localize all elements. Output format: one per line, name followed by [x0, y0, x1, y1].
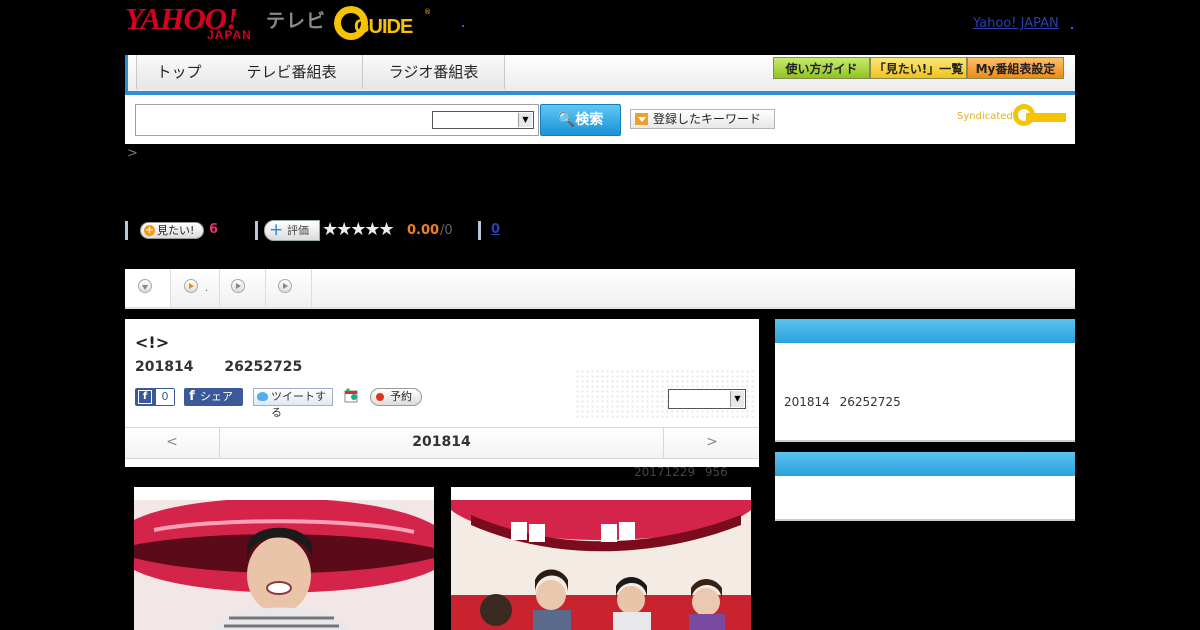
previous-day-button[interactable]: < [125, 428, 220, 458]
program-title: <!> [135, 333, 170, 352]
search-button[interactable]: 🔍検索 [540, 104, 621, 136]
yahoo-japan-link[interactable]: Yahoo! JAPAN [973, 16, 1059, 31]
play-icon [231, 279, 245, 293]
day-navigation: < 201814 > [125, 427, 759, 459]
facebook-icon: f [138, 390, 152, 404]
gguide-logo-word: GUIDE [354, 16, 413, 38]
rate-button[interactable]: + 評価 [264, 220, 320, 241]
program-datetime: 201814 26252725 [135, 359, 303, 375]
yahoo-logo-sub: JAPAN [207, 28, 252, 42]
rating-divider [478, 221, 481, 240]
sidebar-box2-body [775, 476, 1075, 521]
next-day-button[interactable]: > [663, 428, 760, 458]
breadcrumb[interactable]: > [127, 146, 138, 161]
rating-divider [255, 221, 258, 240]
chevron-down-icon: ▼ [518, 113, 532, 127]
facebook-like-button[interactable]: f 0 [135, 388, 175, 406]
want-to-watch-button[interactable]: + 見たい! [140, 222, 204, 239]
rating-divider [125, 221, 128, 240]
facebook-share-button[interactable]: f シェア [184, 388, 243, 406]
tab-second[interactable]: . [171, 269, 220, 307]
sidebar-box2-header [775, 452, 1075, 476]
want-list-button[interactable]: 「見たい!」一覧 [870, 57, 967, 79]
record-dot-icon [376, 393, 384, 401]
yahoo-japan-logo[interactable]: YAHOO! JAPAN [125, 3, 265, 42]
registered-keywords-label: 登録したキーワード [653, 112, 762, 126]
rate-label: 評価 [287, 224, 309, 237]
tweet-label: ツイートする [271, 390, 326, 419]
rating-score: 0.00 [407, 223, 440, 238]
my-schedule-button[interactable]: My番組表設定 [967, 57, 1064, 79]
search-bar: ▼ 🔍検索 登録したキーワード Syndicated [125, 95, 1075, 144]
facebook-icon: f [189, 389, 195, 404]
header-dot [462, 25, 464, 27]
rating-stars[interactable]: ★★★★★ [322, 219, 395, 240]
syndicated-label: Syndicated [957, 111, 1013, 122]
main-nav: トップ テレビ番組表 ラジオ番組表 使い方ガイド 「見たい!」一覧 My番組表設… [125, 55, 1075, 91]
chevron-down-icon: ▼ [730, 391, 744, 407]
guide-button[interactable]: 使い方ガイド [773, 57, 870, 79]
play-icon [184, 279, 198, 293]
want-to-watch-label: 見たい! [157, 224, 195, 237]
last-updated-text: 20171229 956 [634, 465, 728, 479]
sidebar-box1-datetime: 201814 26252725 [784, 395, 901, 409]
dropdown-arrow-icon [635, 113, 648, 125]
comments-count-link[interactable]: 0 [491, 222, 500, 237]
tab-fourth[interactable] [266, 269, 312, 307]
tab-second-dot: . [205, 283, 209, 294]
sidebar-box1-header [775, 319, 1075, 343]
photo-2-image [451, 500, 751, 630]
play-icon [278, 279, 292, 293]
nav-tab-radio-schedule[interactable]: ラジオ番組表 [363, 55, 505, 89]
search-button-label: 検索 [575, 112, 604, 128]
want-to-watch-count: 6 [209, 222, 219, 237]
syndicated-gguide-logo [1013, 104, 1066, 126]
gguide-logo[interactable]: GUIDE ® [334, 6, 434, 42]
reserve-button[interactable]: 予約 [370, 388, 422, 406]
twitter-bird-icon [257, 392, 268, 401]
program-photo-2[interactable] [451, 487, 751, 630]
current-day-label: 201814 [412, 434, 471, 450]
sidebar-box1-body: 201814 26252725 [775, 343, 1075, 442]
facebook-like-count: 0 [156, 389, 174, 405]
photo-1-image [134, 500, 434, 630]
header-dot-right [1071, 27, 1073, 29]
reserve-label: 予約 [390, 390, 412, 403]
facebook-share-label: シェア [200, 390, 233, 403]
nav-tab-top[interactable]: トップ [136, 55, 222, 89]
tv-label[interactable]: テレビ [266, 6, 326, 33]
program-tab-strip: . [125, 269, 1075, 309]
rating-count: /0 [440, 223, 453, 238]
calendar-add-icon[interactable] [344, 388, 358, 403]
plus-icon: + [269, 220, 284, 240]
program-photo-1[interactable] [134, 487, 434, 630]
tab-overview[interactable] [125, 269, 171, 307]
registered-keywords-button[interactable]: 登録したキーワード [630, 109, 775, 129]
gguide-registered-mark: ® [424, 8, 431, 16]
search-genre-select[interactable]: ▼ [432, 111, 534, 129]
program-detail-panel: <!> 201814 26252725 f 0 f シェア ツイートする 予約 ▼… [125, 319, 759, 467]
chevron-down-icon [138, 279, 152, 293]
search-icon: 🔍 [557, 112, 576, 128]
nav-tab-tv-schedule[interactable]: テレビ番組表 [221, 55, 363, 89]
plus-icon: + [144, 225, 155, 236]
channel-select[interactable]: ▼ [668, 389, 746, 409]
tab-third[interactable] [220, 269, 266, 307]
tweet-button[interactable]: ツイートする [253, 388, 333, 419]
